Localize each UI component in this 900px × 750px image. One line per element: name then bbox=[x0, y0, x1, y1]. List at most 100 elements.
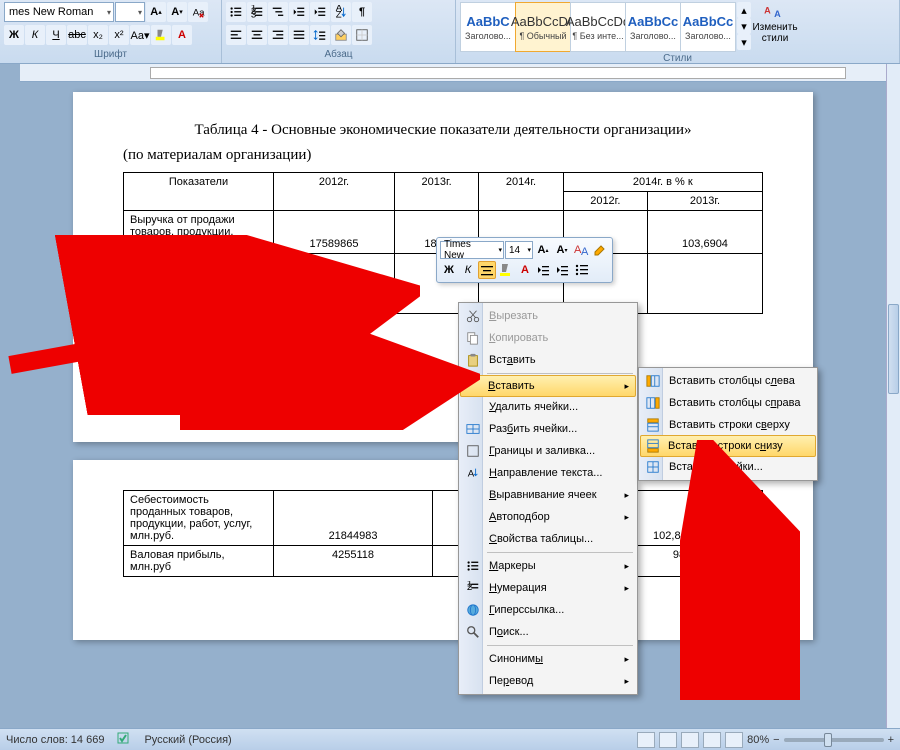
view-web-icon[interactable] bbox=[681, 732, 699, 748]
menu-item[interactable]: Вставить ячейки... bbox=[641, 456, 815, 478]
col-header[interactable]: 2012г. bbox=[274, 173, 395, 211]
col-header[interactable]: 2014г. в % к bbox=[563, 173, 762, 192]
mini-italic-icon[interactable]: К bbox=[459, 261, 477, 279]
zoom-out-icon[interactable]: − bbox=[773, 734, 779, 746]
menu-item[interactable]: Гиперссылка... bbox=[461, 599, 635, 621]
font-color-icon[interactable]: A bbox=[172, 25, 192, 45]
menu-item[interactable]: Разбить ячейки... bbox=[461, 418, 635, 440]
gallery-more-icon[interactable]: ▾ bbox=[737, 34, 751, 50]
gallery-up-icon[interactable]: ▴ bbox=[737, 2, 751, 18]
clear-format-icon[interactable]: Aa bbox=[188, 2, 208, 22]
doc-title[interactable]: Таблица 4 - Основные экономические показ… bbox=[123, 122, 763, 139]
menu-item[interactable]: 12Нумерация▸ bbox=[461, 577, 635, 599]
vertical-scrollbar[interactable] bbox=[886, 64, 900, 728]
view-outline-icon[interactable] bbox=[703, 732, 721, 748]
horizontal-ruler[interactable] bbox=[20, 64, 886, 82]
menu-label: Удалить ячейки... bbox=[489, 401, 578, 413]
col-subheader[interactable]: 2013г. bbox=[647, 192, 762, 211]
font-family-select[interactable]: mes New Roman bbox=[4, 2, 114, 22]
font-size-select[interactable] bbox=[115, 2, 145, 22]
grow-font-icon[interactable]: A▴ bbox=[146, 2, 166, 22]
indent-dec-icon[interactable] bbox=[289, 2, 309, 22]
word-count[interactable]: Число слов: 14 669 bbox=[6, 734, 104, 746]
menu-item[interactable]: Свойства таблицы... bbox=[461, 528, 635, 550]
view-print-icon[interactable] bbox=[637, 732, 655, 748]
menu-item[interactable]: Границы и заливка... bbox=[461, 440, 635, 462]
menu-item[interactable]: Поиск... bbox=[461, 621, 635, 643]
spell-check-icon[interactable] bbox=[116, 731, 132, 748]
indent-inc-icon[interactable] bbox=[310, 2, 330, 22]
col-subheader[interactable]: 2012г. bbox=[563, 192, 647, 211]
mini-styles-icon[interactable]: AA bbox=[572, 241, 590, 259]
data-table-2[interactable]: Себестоимость проданных товаров, продукц… bbox=[123, 490, 763, 577]
superscript-icon[interactable]: x² bbox=[109, 25, 129, 45]
underline-icon[interactable]: Ч bbox=[46, 25, 66, 45]
zoom-slider[interactable] bbox=[784, 738, 884, 742]
multilevel-icon[interactable] bbox=[268, 2, 288, 22]
language-indicator[interactable]: Русский (Россия) bbox=[144, 734, 231, 746]
menu-item[interactable]: Маркеры▸ bbox=[461, 555, 635, 577]
italic-icon[interactable]: К bbox=[25, 25, 45, 45]
menu-item[interactable]: Вставить строки сверху bbox=[641, 414, 815, 436]
style-item[interactable]: AaBbCcDd¶ Без инте... bbox=[570, 2, 626, 52]
subscript-icon[interactable]: x₂ bbox=[88, 25, 108, 45]
mini-indent-dec-icon[interactable] bbox=[535, 261, 553, 279]
col-header[interactable]: 2013г. bbox=[394, 173, 478, 211]
mini-size-select[interactable]: 14 bbox=[505, 241, 533, 259]
show-marks-icon[interactable]: ¶ bbox=[352, 2, 372, 22]
mini-font-select[interactable]: Times New bbox=[440, 241, 504, 259]
font-group-label: Шрифт bbox=[4, 48, 217, 61]
bold-icon[interactable]: Ж bbox=[4, 25, 24, 45]
mini-indent-inc-icon[interactable] bbox=[554, 261, 572, 279]
shading-icon[interactable] bbox=[331, 25, 351, 45]
menu-item[interactable]: Вставить строки снизу bbox=[640, 435, 816, 457]
doc-subtitle[interactable]: (по материалам организации) bbox=[123, 147, 763, 164]
mini-highlight-icon[interactable] bbox=[497, 261, 515, 279]
zoom-level[interactable]: 80% bbox=[747, 734, 769, 746]
menu-item[interactable]: Вставить столбцы справа bbox=[641, 392, 815, 414]
menu-label: Вставить строки сверху bbox=[669, 419, 790, 431]
align-center-icon[interactable] bbox=[247, 25, 267, 45]
styles-gallery[interactable]: AaBbCЗаголово...AaBbCcDd¶ ОбычныйAaBbCcD… bbox=[460, 2, 735, 52]
menu-item[interactable]: Перевод▸ bbox=[461, 670, 635, 692]
justify-icon[interactable] bbox=[289, 25, 309, 45]
col-header[interactable]: Показатели bbox=[124, 173, 274, 211]
menu-item[interactable]: Выравнивание ячеек▸ bbox=[461, 484, 635, 506]
style-item[interactable]: AaBbCcDd¶ Обычный bbox=[515, 2, 571, 52]
sort-icon[interactable]: AZ bbox=[331, 2, 351, 22]
menu-item[interactable]: Вставить столбцы слева bbox=[641, 370, 815, 392]
menu-item[interactable]: Вставить▸ bbox=[460, 375, 636, 397]
numbering-icon[interactable]: 123 bbox=[247, 2, 267, 22]
style-item[interactable]: AaBbCcЗаголово... bbox=[625, 2, 681, 52]
menu-item[interactable]: Вставить bbox=[461, 349, 635, 371]
col-header[interactable]: 2014г. bbox=[479, 173, 563, 211]
mini-fontcolor-icon[interactable]: A bbox=[516, 261, 534, 279]
mini-bullets-icon[interactable] bbox=[573, 261, 591, 279]
menu-item[interactable]: Автоподбор▸ bbox=[461, 506, 635, 528]
bullets-icon[interactable] bbox=[226, 2, 246, 22]
menu-item[interactable]: Удалить ячейки... bbox=[461, 396, 635, 418]
highlight-icon[interactable] bbox=[151, 25, 171, 45]
borders-icon[interactable] bbox=[352, 25, 372, 45]
mini-center-icon[interactable] bbox=[478, 261, 496, 279]
align-left-icon[interactable] bbox=[226, 25, 246, 45]
shrink-font-icon[interactable]: A▾ bbox=[167, 2, 187, 22]
mini-bold-icon[interactable]: Ж bbox=[440, 261, 458, 279]
change-case-icon[interactable]: Aa▾ bbox=[130, 25, 150, 45]
mini-painter-icon[interactable] bbox=[591, 241, 609, 259]
view-draft-icon[interactable] bbox=[725, 732, 743, 748]
mini-shrink-icon[interactable]: A▾ bbox=[553, 241, 571, 259]
change-styles-button[interactable]: AA Изменить стили bbox=[751, 2, 799, 44]
menu-item[interactable]: Синонимы▸ bbox=[461, 648, 635, 670]
view-read-icon[interactable] bbox=[659, 732, 677, 748]
menu-item[interactable]: AНаправление текста... bbox=[461, 462, 635, 484]
align-right-icon[interactable] bbox=[268, 25, 288, 45]
style-item[interactable]: AaBbCcЗаголово... bbox=[680, 2, 736, 52]
zoom-in-icon[interactable]: + bbox=[888, 734, 894, 746]
scroll-thumb[interactable] bbox=[888, 304, 899, 394]
gallery-down-icon[interactable]: ▾ bbox=[737, 18, 751, 34]
strike-icon[interactable]: abc bbox=[67, 25, 87, 45]
line-spacing-icon[interactable] bbox=[310, 25, 330, 45]
style-item[interactable]: AaBbCЗаголово... bbox=[460, 2, 516, 52]
mini-grow-icon[interactable]: A▴ bbox=[534, 241, 552, 259]
